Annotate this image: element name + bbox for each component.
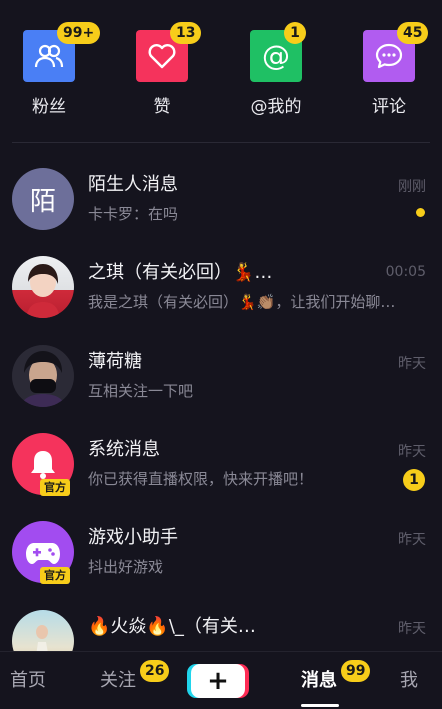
mentions-badge: 1: [284, 22, 306, 44]
nav-follow[interactable]: 关注: [100, 652, 136, 709]
message-preview: 你已获得直播权限，快来开播吧！: [88, 470, 314, 488]
mentions-label: @我的: [250, 97, 302, 117]
likes-label: 赞: [153, 97, 171, 117]
message-preview: 互相关注一下吧: [88, 382, 194, 400]
message-time: 昨天: [398, 356, 426, 372]
comments-entry[interactable]: 45 评论: [349, 22, 429, 117]
official-badge: 官方: [40, 567, 70, 584]
fans-label: 粉丝: [32, 97, 66, 117]
bottom-nav: 首页 关注 26 + 消息 99 我: [0, 651, 442, 709]
mentions-entry[interactable]: @ 1 @我的: [236, 22, 316, 117]
message-time: 昨天: [398, 444, 426, 460]
message-title: 薄荷糖: [88, 351, 142, 372]
active-tab-indicator: [301, 704, 339, 707]
unread-count: 1: [403, 469, 425, 491]
fans-entry[interactable]: 99+ 粉丝: [9, 22, 101, 117]
divider: [12, 142, 430, 143]
official-badge: 官方: [40, 479, 70, 496]
message-title: 之琪（有关必回）💃…: [88, 262, 273, 283]
nav-home[interactable]: 首页: [10, 652, 46, 709]
heart-icon: 13: [136, 22, 202, 82]
message-title: 系统消息: [88, 439, 160, 460]
notification-row: 99+ 粉丝 13 赞 @ 1 @我的 45 评论: [0, 0, 442, 142]
messages-badge: 99: [341, 660, 371, 682]
message-time: 昨天: [398, 621, 426, 637]
at-icon: @ 1: [250, 22, 306, 82]
message-item-system[interactable]: 官方 系统消息 你已获得直播权限，快来开播吧！ 昨天 1: [0, 433, 442, 521]
plus-icon: +: [207, 666, 229, 696]
message-title: 🔥火焱🔥\_（有关…: [88, 616, 256, 637]
unread-dot: [416, 208, 425, 217]
people-icon: 99+: [23, 22, 101, 82]
avatar: [12, 345, 74, 407]
create-button[interactable]: +: [191, 664, 245, 698]
likes-badge: 13: [170, 22, 202, 44]
message-preview: 卡卡罗：在吗: [88, 205, 179, 223]
fans-badge: 99+: [57, 22, 101, 44]
message-item-zhiqi[interactable]: 之琪（有关必回）💃… 我是之琪（有关必回）💃👏🏽，让我们开始聊… 00:05: [0, 256, 442, 344]
message-item-game-assistant[interactable]: 官方 游戏小助手 抖出好游戏 昨天: [0, 521, 442, 609]
avatar: [12, 256, 74, 318]
nav-messages[interactable]: 消息: [301, 652, 337, 709]
likes-entry[interactable]: 13 赞: [122, 22, 202, 117]
message-time: 昨天: [398, 532, 426, 548]
nav-me[interactable]: 我: [400, 652, 418, 709]
message-title: 陌生人消息: [88, 174, 178, 195]
message-item-mint[interactable]: 薄荷糖 互相关注一下吧 昨天: [0, 345, 442, 433]
comment-icon: 45: [363, 22, 429, 82]
message-time: 刚刚: [398, 179, 426, 195]
avatar-text: 陌: [29, 186, 56, 217]
message-time: 00:05: [385, 264, 426, 280]
message-preview: 我是之琪（有关必回）💃👏🏽，让我们开始聊…: [88, 293, 396, 311]
follow-badge: 26: [140, 660, 170, 682]
comments-label: 评论: [372, 97, 406, 117]
avatar: 陌: [12, 168, 74, 230]
message-preview: 抖出好游戏: [88, 558, 164, 576]
message-item-strangers[interactable]: 陌 陌生人消息 卡卡罗：在吗 刚刚: [0, 168, 442, 256]
message-title: 游戏小助手: [88, 527, 178, 548]
comments-badge: 45: [397, 22, 429, 44]
